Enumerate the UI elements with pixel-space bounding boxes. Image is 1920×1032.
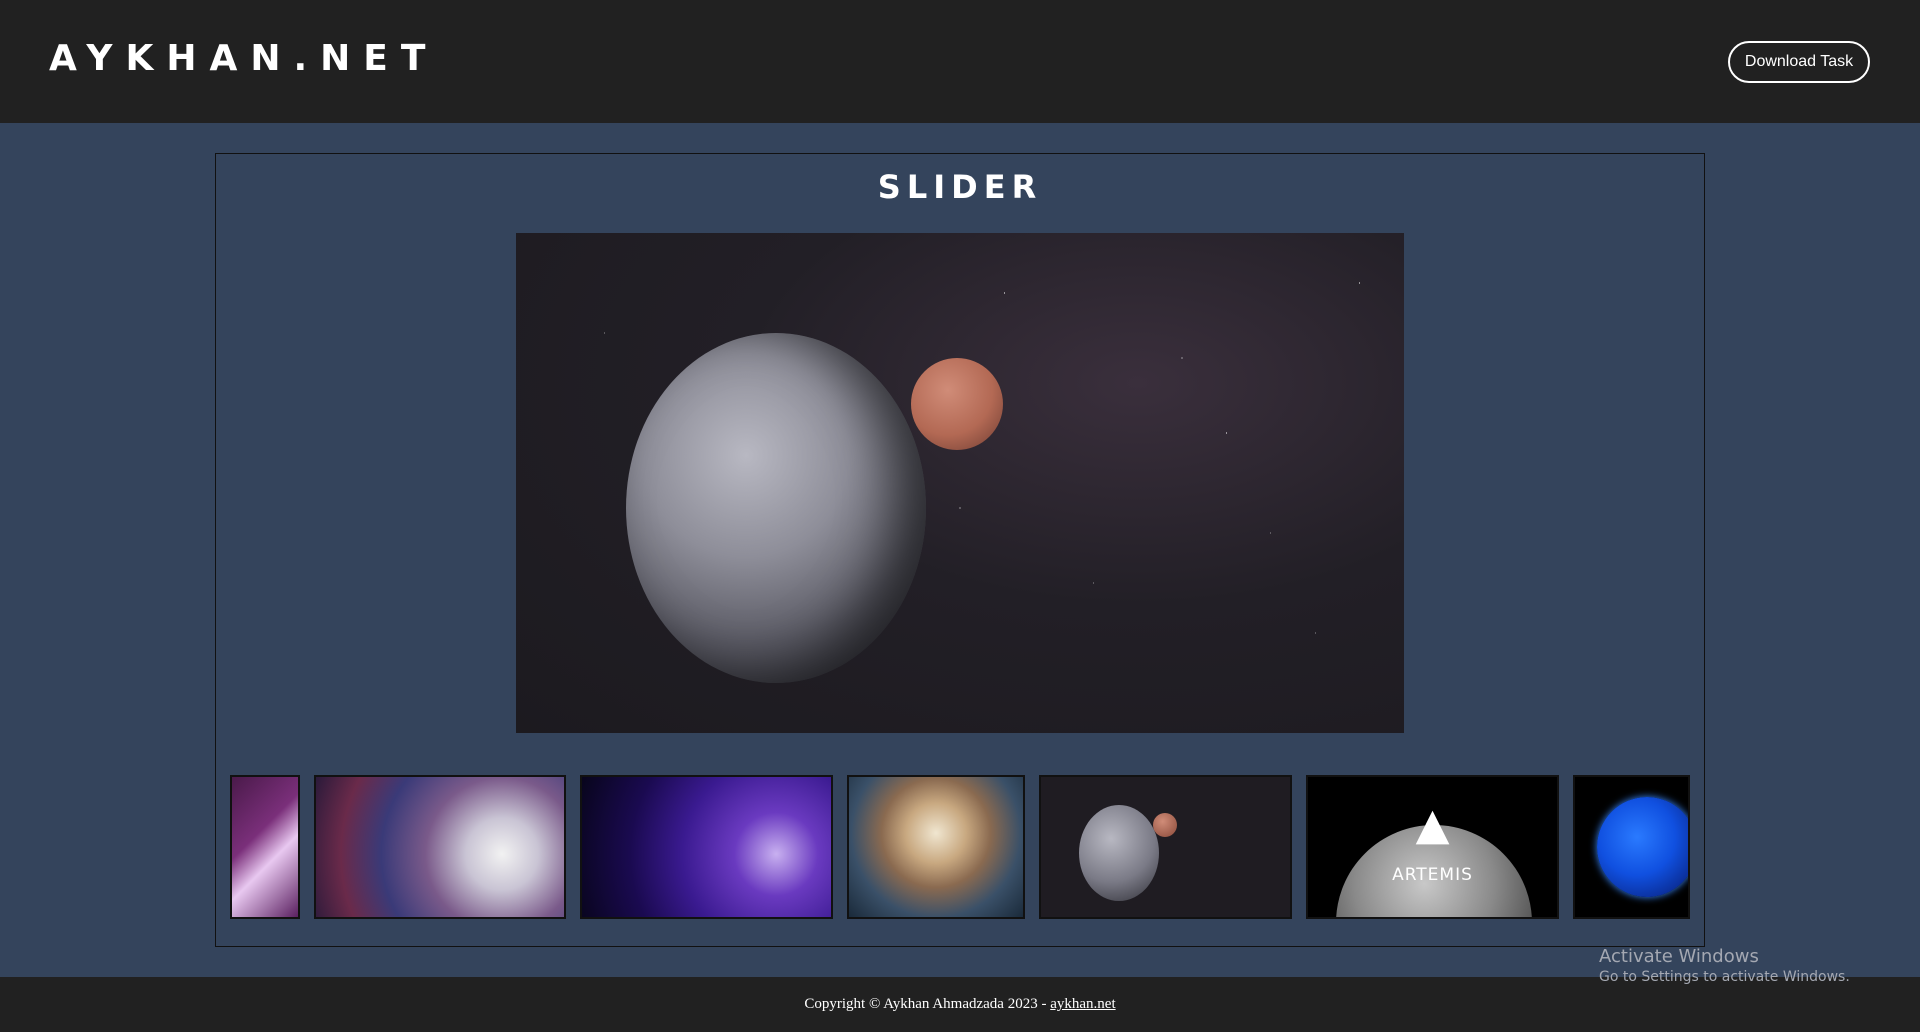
slider-title: SLIDER — [877, 168, 1043, 206]
thumbnail-purple-planets[interactable] — [580, 775, 833, 919]
thumbnail-moon-and-planet[interactable] — [1039, 775, 1292, 919]
thumbnail-cosmic-wormhole[interactable] — [314, 775, 566, 919]
slider-panel: SLIDER ▲ ARTEMIS — [215, 153, 1705, 947]
mini-planet-image — [1153, 813, 1177, 837]
watermark-subtitle: Go to Settings to activate Windows. — [1599, 969, 1850, 985]
blue-planet-image — [1597, 797, 1688, 897]
download-task-button[interactable]: Download Task — [1728, 41, 1870, 83]
thumbnail-strip: ▲ ARTEMIS — [230, 775, 1690, 919]
mini-moon-image — [1079, 805, 1159, 901]
thumbnail-blue-planet[interactable] — [1573, 775, 1690, 919]
thumbnail-nebula-cloud[interactable] — [847, 775, 1025, 919]
artemis-logo-icon: ▲ — [1415, 799, 1450, 850]
copyright-text: Copyright © Aykhan Ahmadzada 2023 - — [804, 996, 1047, 1012]
thumbnail-purple-abstract[interactable] — [230, 775, 300, 919]
site-header: AYKHAN.NET Download Task — [0, 0, 1920, 123]
red-planet-image — [911, 358, 1003, 450]
footer-site-link[interactable]: aykhan.net — [1050, 996, 1115, 1013]
site-logo[interactable]: AYKHAN.NET — [49, 38, 438, 79]
site-footer: Copyright © Aykhan Ahmadzada 2023 - aykh… — [0, 977, 1920, 1032]
watermark-title: Activate Windows — [1599, 946, 1759, 967]
activate-windows-watermark: Activate Windows Go to Settings to activ… — [1599, 946, 1850, 985]
artemis-label: ARTEMIS — [1392, 865, 1473, 885]
main-slide-image — [516, 233, 1404, 733]
thumbnail-artemis[interactable]: ▲ ARTEMIS — [1306, 775, 1559, 919]
moon-image — [626, 333, 926, 683]
